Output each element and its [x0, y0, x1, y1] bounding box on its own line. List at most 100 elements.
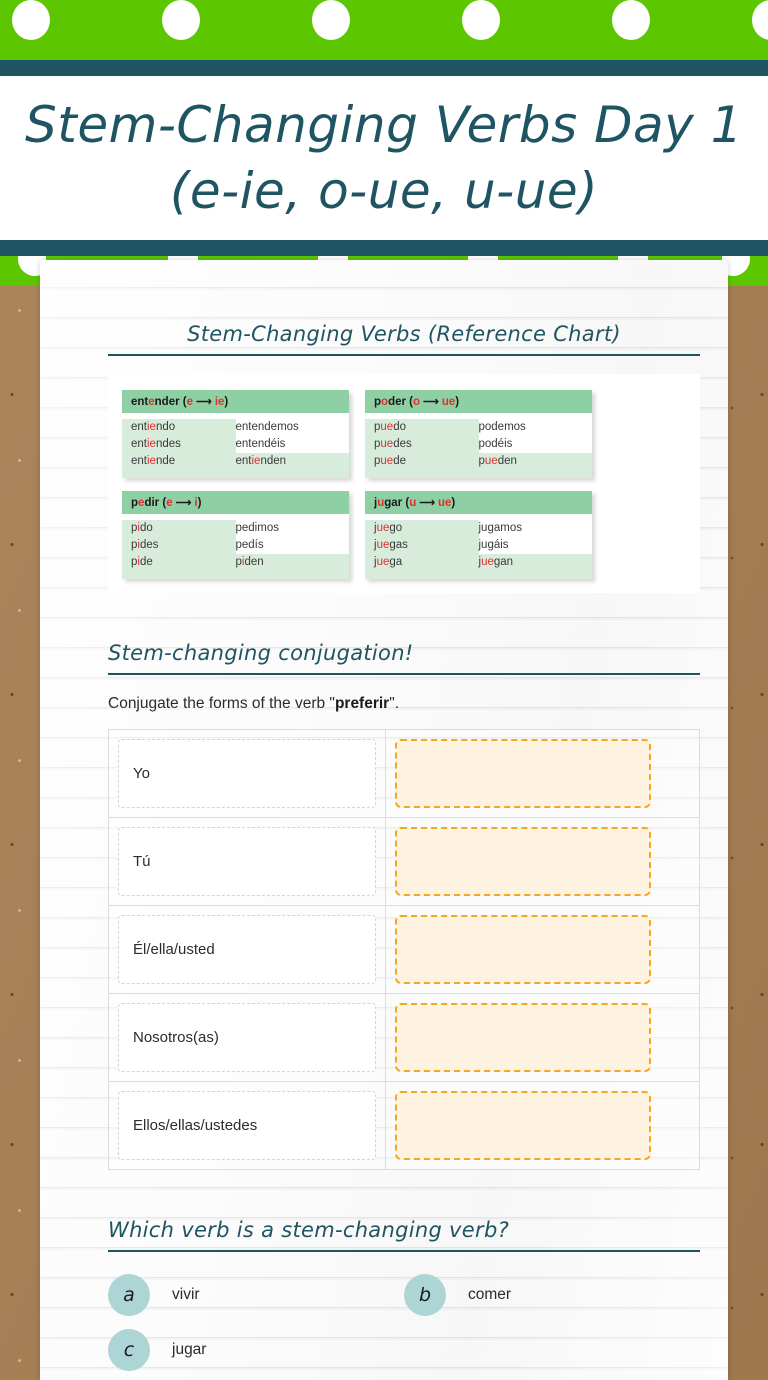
pronoun-label: Nosotros(as): [118, 1003, 376, 1073]
answer-input[interactable]: [395, 1003, 651, 1073]
form-stem: ie: [147, 455, 156, 468]
answer-input[interactable]: [395, 1091, 651, 1161]
conj-form-row: puedo podemos: [365, 413, 592, 437]
option-c[interactable]: c jugar: [108, 1329, 404, 1372]
verb-box-jugar: jugar (u ⟶ ue) juego jugamos juegas jugáis: [365, 491, 592, 580]
form-post: des: [393, 438, 412, 451]
conj-form-row: juego jugamos: [365, 514, 592, 538]
arrow-icon: ⟶: [175, 497, 192, 510]
verb-box-body: juego jugamos juegas jugáis juega juegan: [365, 514, 592, 580]
pronoun-cell: Ellos/ellas/ustedes: [109, 1082, 386, 1170]
verb-pre: p: [374, 396, 382, 408]
punch-hole: [18, 256, 40, 276]
pronoun-label: Él/ella/usted: [118, 915, 376, 985]
form-pre: podéis: [478, 438, 513, 451]
form-post: gan: [493, 556, 514, 569]
pronoun-label: Ellos/ellas/ustedes: [118, 1091, 376, 1161]
top-banner: [0, 0, 768, 60]
form-post: de: [139, 556, 153, 569]
option-b[interactable]: b comer: [404, 1274, 700, 1317]
side-green-left: [0, 256, 40, 286]
verb-change-close: ): [224, 396, 229, 408]
punch-hole: [162, 0, 200, 40]
option-label: vivir: [172, 1286, 200, 1304]
option-letter-bubble[interactable]: a: [108, 1274, 150, 1317]
form-stem: ie: [147, 421, 156, 433]
table-row: Nosotros(as): [109, 994, 699, 1083]
cell-pad: [122, 470, 349, 479]
verb-box-pedir: pedir (e ⟶ i) pido pedimos pides pedís p…: [122, 491, 349, 580]
punch-hole: [312, 0, 350, 40]
verb-box-header: entender (e ⟶ ie): [122, 390, 349, 413]
answer-options: a vivir b comer c jugar: [108, 1274, 700, 1380]
pronoun-label: Tú: [118, 827, 376, 897]
form-post: go: [389, 522, 403, 535]
table-row: Tú: [109, 818, 699, 907]
verb-change-from: u: [409, 497, 417, 510]
punch-hole: [462, 0, 500, 40]
pronoun-cell: Él/ella/usted: [109, 906, 386, 994]
form-post: nden: [260, 455, 287, 468]
conj-form-row: entiende entienden: [122, 453, 349, 471]
table-row: Él/ella/usted: [109, 906, 699, 995]
form-stem: ie: [147, 438, 156, 451]
verb-box-entender: entender (e ⟶ ie) entiendo entendemos enti…: [122, 390, 349, 479]
answer-cell: [386, 818, 660, 905]
answer-cell: [386, 1082, 660, 1169]
form-pre: pedimos: [235, 522, 279, 535]
verb-box-header: poder (o ⟶ ue): [365, 390, 592, 413]
form-post: des: [139, 539, 159, 552]
verb-stem: o: [381, 396, 389, 408]
conj-form-row: puedes podéis: [365, 436, 592, 454]
verb-box-poder: poder (o ⟶ ue) puedo podemos puedes podéis: [365, 390, 592, 479]
arrow-icon: ⟶: [419, 497, 435, 510]
form-stem: ue: [380, 455, 394, 468]
pronoun-cell: Nosotros(as): [109, 994, 386, 1082]
form-stem: ue: [376, 539, 390, 552]
form-stem: ue: [376, 556, 390, 569]
conjugation-prompt: Conjugate the forms of the verb "preferi…: [108, 695, 700, 713]
conjugation-heading-rule: [108, 673, 700, 676]
reference-chart-image: entender (e ⟶ ie) entiendo entendemos enti…: [108, 374, 700, 594]
form-stem: ue: [481, 556, 494, 569]
verb-change-to: ue: [438, 497, 452, 510]
form-pre: ent: [235, 455, 252, 468]
conj-form-row: puede pueden: [365, 453, 592, 471]
option-letter-bubble[interactable]: b: [404, 1274, 446, 1317]
verb-post: gar: [384, 497, 403, 510]
verb-box-header: jugar (u ⟶ ue): [365, 491, 592, 515]
answer-input[interactable]: [395, 739, 651, 809]
pronoun-label: Yo: [118, 739, 376, 809]
form-pre: jugáis: [478, 539, 509, 552]
verb-pre: p: [131, 497, 139, 510]
option-a[interactable]: a vivir: [108, 1274, 404, 1317]
answer-input[interactable]: [395, 827, 651, 897]
form-pre: ent: [131, 421, 147, 433]
conjugation-table: Yo Tú Él/ella/usted Nosotros(as) Ellos/e…: [108, 729, 700, 1171]
form-post: ndes: [155, 438, 181, 451]
conj-form-row: juega juegan: [365, 554, 592, 572]
verb-change-close: ): [455, 396, 460, 408]
conj-form-row: juegas jugáis: [365, 537, 592, 555]
cell-pad: [365, 470, 592, 479]
question-heading-rule: [108, 1250, 700, 1253]
arrow-icon: ⟶: [196, 396, 212, 408]
verb-change-from: o: [413, 396, 421, 408]
table-row: Yo: [109, 730, 699, 819]
conjugation-heading: Stem-changing conjugation!: [108, 641, 414, 666]
punch-hole: [12, 0, 50, 40]
form-pre: podemos: [478, 421, 526, 433]
form-post: nde: [155, 455, 176, 468]
answer-input[interactable]: [395, 915, 651, 985]
form-stem: ue: [484, 455, 498, 468]
arrow-icon: ⟶: [423, 396, 439, 408]
option-label: jugar: [172, 1341, 207, 1359]
conj-form-row: entiendes entendéis: [122, 436, 349, 454]
punch-hole: [728, 256, 750, 276]
form-stem: ue: [380, 421, 394, 433]
answer-cell: [386, 730, 660, 817]
answer-cell: [386, 994, 660, 1081]
option-letter-bubble[interactable]: c: [108, 1329, 150, 1372]
conj-form-row: entiendo entendemos: [122, 413, 349, 437]
conj-form-row: pides pedís: [122, 537, 349, 555]
